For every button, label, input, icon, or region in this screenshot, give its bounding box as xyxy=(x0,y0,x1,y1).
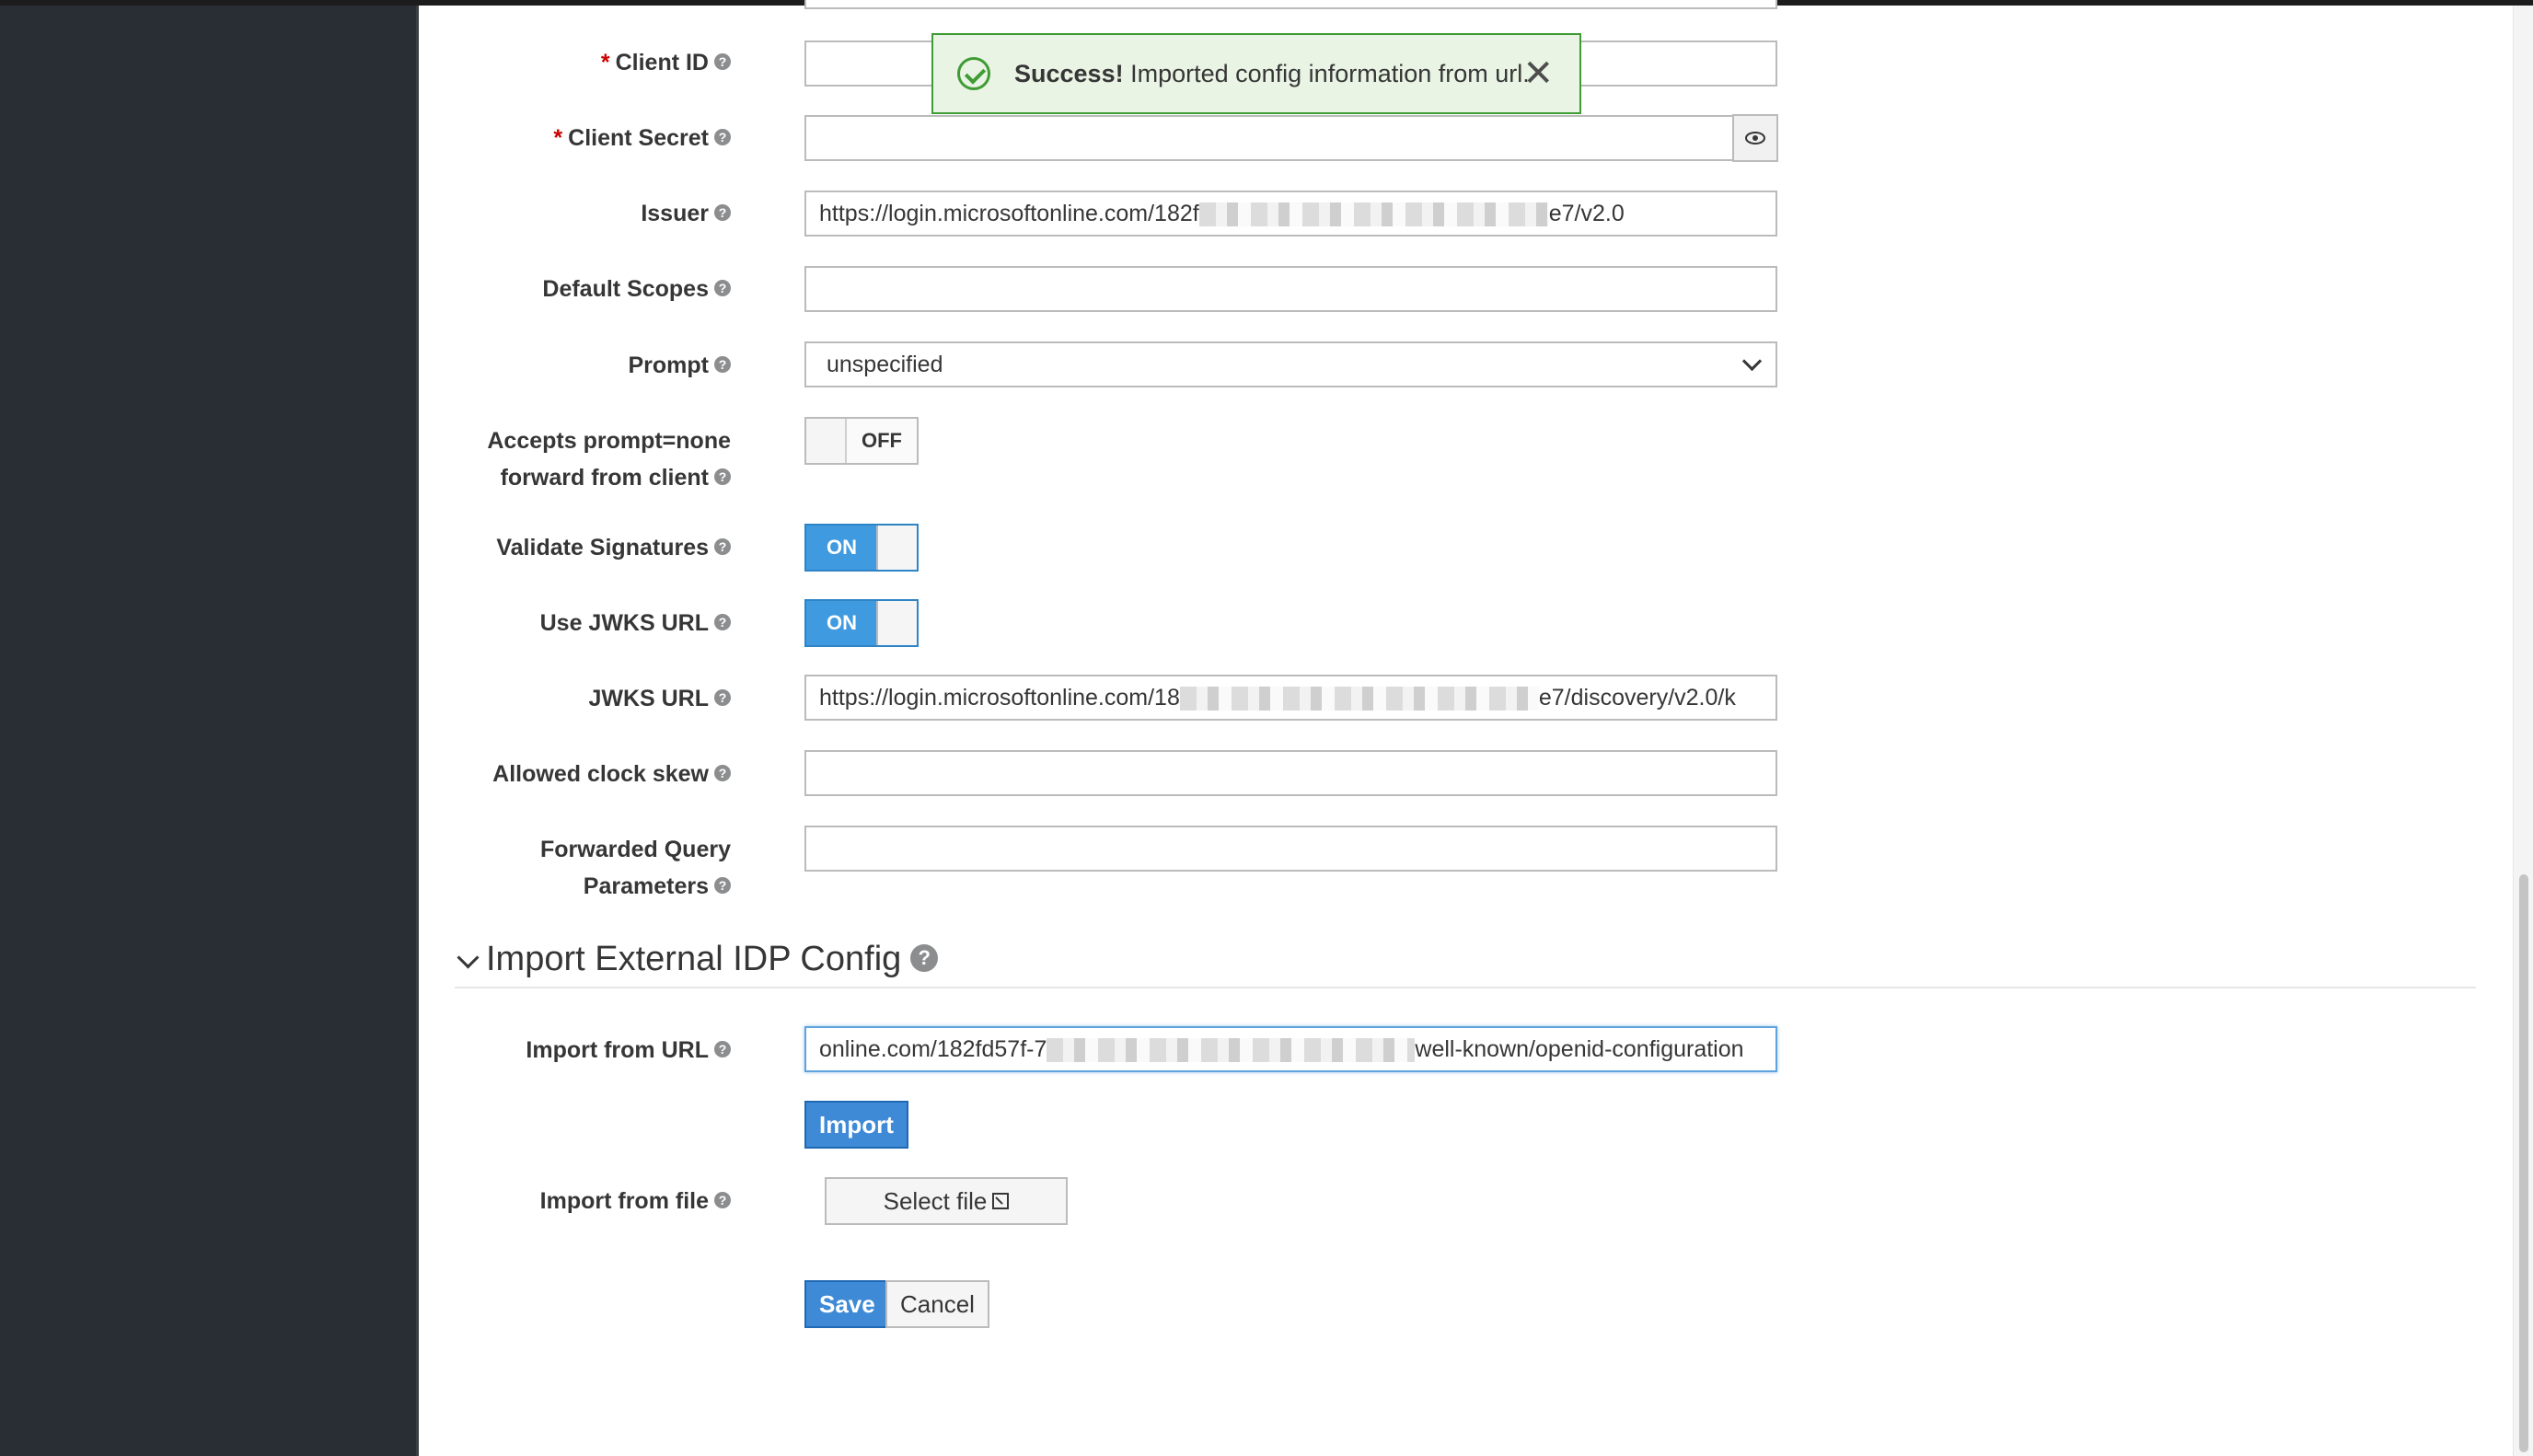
help-icon[interactable]: ? xyxy=(714,689,731,707)
check-circle-icon xyxy=(957,57,990,90)
section-divider xyxy=(455,987,2476,988)
toast-text: Success! Imported config information fro… xyxy=(1014,59,1530,87)
default-scopes-label: Default Scopes? xyxy=(442,271,731,307)
jwks-value-suffix: e7/discovery/v2.0/k xyxy=(1538,685,1736,711)
client-id-label: * Client ID? xyxy=(442,44,731,81)
import-url-suffix: well-known/openid-configuration xyxy=(1415,1036,1744,1062)
redacted-area xyxy=(1047,1038,1416,1063)
close-icon[interactable]: ✕ xyxy=(1522,55,1554,92)
forwarded-query-parameters-input[interactable] xyxy=(804,826,1777,872)
sidebar-edge xyxy=(416,6,419,1456)
jwks-value-prefix: https://login.microsoftonline.com/18 xyxy=(819,685,1180,711)
toggle-knob xyxy=(876,601,917,645)
use-jwks-url-label: Use JWKS URL? xyxy=(442,605,731,641)
help-icon[interactable]: ? xyxy=(714,765,731,782)
toggle-state: ON xyxy=(827,536,857,559)
help-icon[interactable]: ? xyxy=(714,468,731,486)
eye-icon xyxy=(1745,132,1765,144)
help-icon[interactable]: ? xyxy=(714,280,731,297)
toggle-state: OFF xyxy=(862,429,902,452)
help-icon[interactable]: ? xyxy=(714,356,731,374)
help-icon[interactable]: ? xyxy=(714,1041,731,1058)
accepts-prompt-none-label: Accepts prompt=none forward from client? xyxy=(487,428,731,491)
sidebar xyxy=(0,6,416,1456)
prompt-label: Prompt? xyxy=(442,347,731,384)
import-url-prefix: online.com/182fd57f-7 xyxy=(819,1036,1047,1062)
issuer-value-prefix: https://login.microsoftonline.com/182f xyxy=(819,201,1199,226)
use-jwks-url-toggle[interactable]: ON xyxy=(804,599,919,647)
validate-signatures-label: Validate Signatures? xyxy=(442,529,731,566)
client-secret-label: * Client Secret? xyxy=(442,120,731,156)
issuer-label: Issuer? xyxy=(442,195,731,232)
import-from-file-label: Import from file? xyxy=(442,1183,731,1219)
forwarded-query-parameters-label: Forwarded Query Parameters? xyxy=(540,837,731,899)
toggle-state: ON xyxy=(827,611,857,634)
help-icon[interactable]: ? xyxy=(714,204,731,222)
required-mark: * xyxy=(600,50,610,75)
toggle-knob xyxy=(876,526,917,570)
cancel-button[interactable]: Cancel xyxy=(885,1280,989,1328)
import-from-url-input[interactable]: online.com/182fd57f-7 well-known/openid-c… xyxy=(804,1026,1777,1072)
import-section-title[interactable]: Import External IDP Config? xyxy=(486,935,939,983)
chevron-down-icon[interactable] xyxy=(457,946,480,969)
help-icon[interactable]: ? xyxy=(714,877,731,895)
allowed-clock-skew-input[interactable] xyxy=(804,750,1777,796)
help-icon[interactable]: ? xyxy=(910,943,939,972)
save-button[interactable]: Save xyxy=(804,1280,890,1328)
allowed-clock-skew-label: Allowed clock skew? xyxy=(442,756,731,792)
jwks-url-input[interactable]: https://login.microsoftonline.com/18 e7/d… xyxy=(804,675,1777,721)
issuer-value-suffix: e7/v2.0 xyxy=(1548,201,1625,226)
validate-signatures-toggle[interactable]: ON xyxy=(804,524,919,572)
redacted-area xyxy=(1179,687,1539,711)
prompt-select[interactable]: unspecified xyxy=(804,341,1777,387)
help-icon[interactable]: ? xyxy=(714,1192,731,1209)
scrollbar-thumb[interactable] xyxy=(2519,874,2528,1452)
success-toast: Success! Imported config information fro… xyxy=(931,33,1581,114)
jwks-url-label: JWKS URL? xyxy=(442,680,731,717)
redacted-area xyxy=(1198,202,1549,227)
help-icon[interactable]: ? xyxy=(714,538,731,556)
issuer-input[interactable]: https://login.microsoftonline.com/182f e7… xyxy=(804,191,1777,237)
show-secret-button[interactable] xyxy=(1732,114,1778,162)
import-from-url-label: Import from URL? xyxy=(442,1032,731,1069)
chevron-down-icon xyxy=(1741,351,1763,372)
select-file-button[interactable]: Select file xyxy=(825,1177,1068,1225)
import-button[interactable]: Import xyxy=(804,1101,908,1149)
default-scopes-input[interactable] xyxy=(804,266,1777,312)
previous-field-input[interactable] xyxy=(804,0,1777,9)
help-icon[interactable]: ? xyxy=(714,53,731,71)
prompt-selected-value: unspecified xyxy=(827,352,943,377)
client-secret-input[interactable] xyxy=(804,115,1734,161)
help-icon[interactable]: ? xyxy=(714,614,731,631)
accepts-prompt-none-toggle[interactable]: OFF xyxy=(804,417,919,465)
external-link-icon xyxy=(992,1193,1010,1210)
toggle-knob xyxy=(806,419,847,463)
help-icon[interactable]: ? xyxy=(714,129,731,146)
required-mark: * xyxy=(553,125,563,151)
